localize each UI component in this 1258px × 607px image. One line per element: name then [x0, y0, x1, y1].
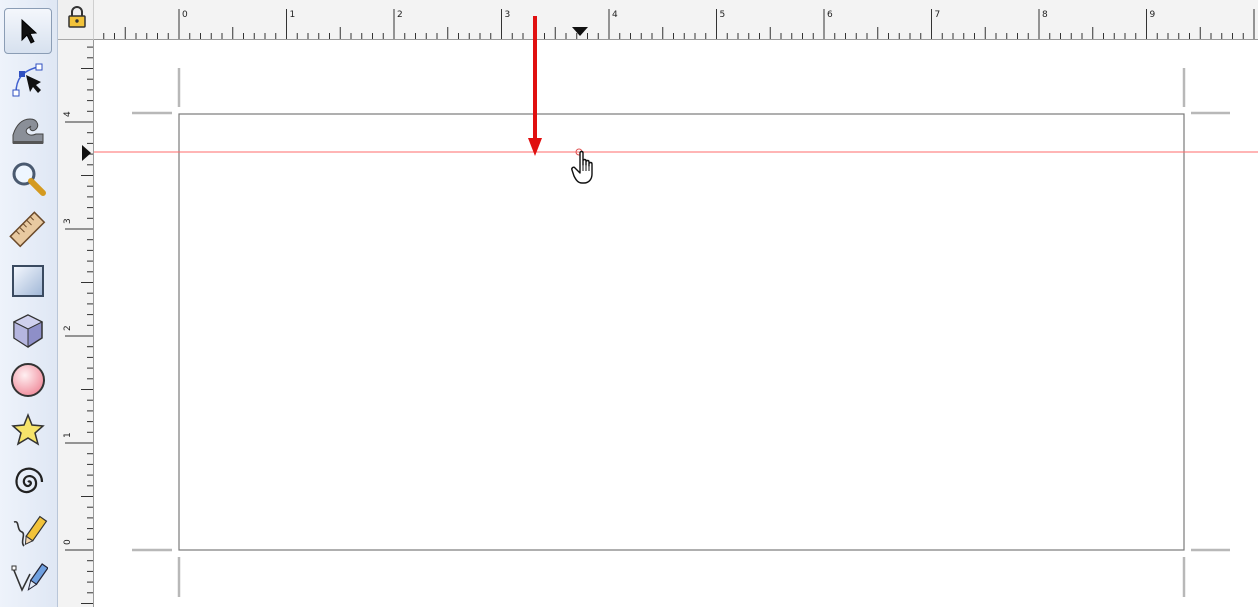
ruler-label: 5	[720, 10, 726, 20]
ruler-corner	[58, 0, 94, 40]
ruler-label: 4	[612, 10, 618, 20]
horizontal-ruler-ticks: 012345678910	[103, 9, 1258, 39]
pen-tool-button[interactable]	[4, 557, 52, 603]
pen-icon	[11, 563, 48, 592]
ruler-label: 3	[63, 218, 73, 224]
pencil-icon	[13, 515, 48, 547]
rectangle-tool-button[interactable]	[4, 258, 52, 304]
measure-tool-button[interactable]	[4, 207, 52, 253]
vertical-ruler[interactable]: 4 3 2 1 0	[58, 40, 94, 607]
page-border	[178, 113, 1185, 551]
ruler-label: 6	[827, 10, 833, 20]
select-tool-button[interactable]	[4, 8, 52, 54]
canvas-overlay	[94, 68, 1258, 597]
circle-icon	[11, 363, 45, 397]
magnifier-icon	[12, 162, 46, 196]
hand-pointer-icon	[571, 150, 593, 184]
ruler-icon	[9, 211, 46, 248]
annotation-arrow	[528, 16, 542, 156]
square-icon	[12, 265, 44, 297]
star-tool-button[interactable]	[4, 408, 52, 454]
node-arrow-icon	[12, 63, 43, 97]
node-edit-tool-button[interactable]	[4, 56, 52, 102]
lock-icon[interactable]	[66, 6, 88, 28]
cube-icon	[12, 314, 44, 348]
star-icon	[11, 412, 45, 446]
spiral-tool-button[interactable]	[4, 459, 52, 505]
crop-marks	[132, 68, 1230, 597]
ruler-label: 7	[935, 10, 941, 20]
ruler-label: 1	[63, 432, 73, 438]
ruler-label: 0	[63, 539, 73, 545]
pencil-tool-button[interactable]	[4, 509, 52, 555]
ruler-position-marker	[572, 27, 588, 36]
ruler-label: 9	[1150, 10, 1156, 20]
ellipse-tool-button[interactable]	[4, 357, 52, 403]
ruler-position-marker-vertical	[82, 145, 91, 161]
arrow-icon	[21, 18, 38, 44]
vertical-ruler-ticks: 4 3 2 1 0	[63, 46, 93, 604]
3d-box-tool-button[interactable]	[4, 308, 52, 354]
ruler-label: 1	[290, 10, 296, 20]
ruler-label: 3	[505, 10, 511, 20]
ruler-label: 8	[1042, 10, 1048, 20]
ruler-label: 4	[63, 111, 73, 117]
zoom-tool-button[interactable]	[4, 155, 52, 201]
tweak-tool-button[interactable]	[4, 106, 52, 152]
toolbox	[0, 0, 58, 607]
ruler-label: 2	[63, 325, 73, 331]
ruler-label: 0	[182, 10, 188, 20]
wave-icon	[12, 118, 44, 144]
drawing-canvas[interactable]	[94, 40, 1258, 607]
ruler-label: 2	[397, 10, 403, 20]
spiral-icon	[15, 467, 44, 494]
horizontal-ruler[interactable]: 012345678910	[94, 0, 1258, 40]
